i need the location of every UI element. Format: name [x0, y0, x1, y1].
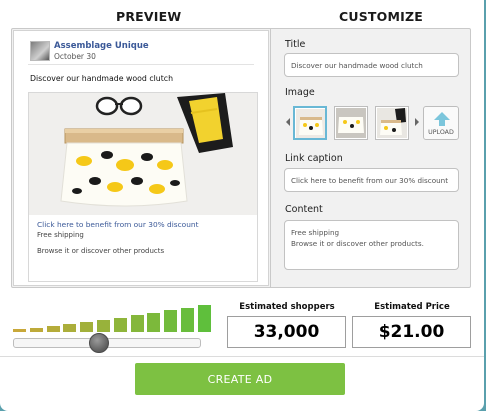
preview-header: PREVIEW [116, 9, 182, 24]
create-ad-button[interactable]: CREATE AD [135, 363, 345, 395]
budget-bar [181, 308, 194, 332]
budget-bar [46, 326, 60, 332]
ad-builder-window: PREVIEW CUSTOMIZE Assemblage Unique Octo… [0, 0, 484, 411]
ad-link-caption[interactable]: Click here to benefit from our 30% disco… [37, 220, 198, 229]
budget-bar [197, 305, 211, 332]
image-thumbnail-2[interactable] [334, 106, 368, 140]
image-thumbnail-3[interactable] [375, 106, 409, 140]
link-caption-label: Link caption [285, 153, 343, 164]
image-thumbnail-2-photo [336, 108, 366, 138]
upload-button[interactable]: UPLOAD [423, 106, 459, 140]
post-date: October 30 [54, 52, 96, 61]
price-label: Estimated Price [374, 302, 450, 312]
upload-label: UPLOAD [428, 129, 454, 136]
budget-bar [13, 329, 26, 332]
customize-header: CUSTOMIZE [339, 9, 423, 24]
ad-description-line2: Browse it or discover other products [37, 247, 165, 255]
budget-bar [130, 315, 144, 332]
ad-link-box[interactable]: Click here to benefit from our 30% disco… [28, 92, 258, 282]
title-input[interactable] [284, 53, 459, 77]
shoppers-value: 33,000 [227, 316, 346, 348]
chevron-right-icon[interactable] [415, 118, 419, 126]
image-thumbnail-3-photo [377, 108, 407, 138]
image-thumbnail-1-photo [296, 109, 325, 138]
chevron-left-icon[interactable] [286, 118, 290, 126]
ad-description-line1: Free shipping [37, 231, 84, 239]
budget-bar [29, 328, 43, 332]
budget-bar [80, 322, 94, 332]
ad-preview-card: Assemblage Unique October 30 Discover ou… [13, 30, 269, 286]
card-divider [28, 64, 254, 65]
page-avatar [30, 41, 50, 61]
shoppers-label: Estimated shoppers [239, 302, 335, 312]
content-textarea[interactable]: Free shipping Browse it or discover othe… [284, 220, 459, 270]
content-label: Content [285, 204, 323, 215]
image-label: Image [285, 87, 315, 98]
budget-bar [164, 310, 178, 332]
title-label: Title [285, 39, 306, 50]
budget-bar [97, 320, 110, 332]
footer-divider [0, 356, 484, 357]
clutch-photo [29, 93, 257, 215]
post-text: Discover our handmade wood clutch [30, 74, 174, 83]
price-value: $21.00 [352, 316, 471, 348]
image-thumbnail-1[interactable] [293, 106, 327, 140]
budget-bar [63, 324, 77, 332]
page-name[interactable]: Assemblage Unique [54, 41, 149, 51]
budget-bar [113, 318, 127, 332]
ad-product-image [29, 93, 257, 215]
upload-arrow-icon [434, 112, 450, 126]
budget-bar [147, 313, 161, 332]
budget-slider-handle[interactable] [89, 333, 109, 353]
budget-bar-meter [13, 300, 211, 332]
panel-divider [270, 28, 271, 288]
link-caption-input[interactable] [284, 168, 459, 192]
